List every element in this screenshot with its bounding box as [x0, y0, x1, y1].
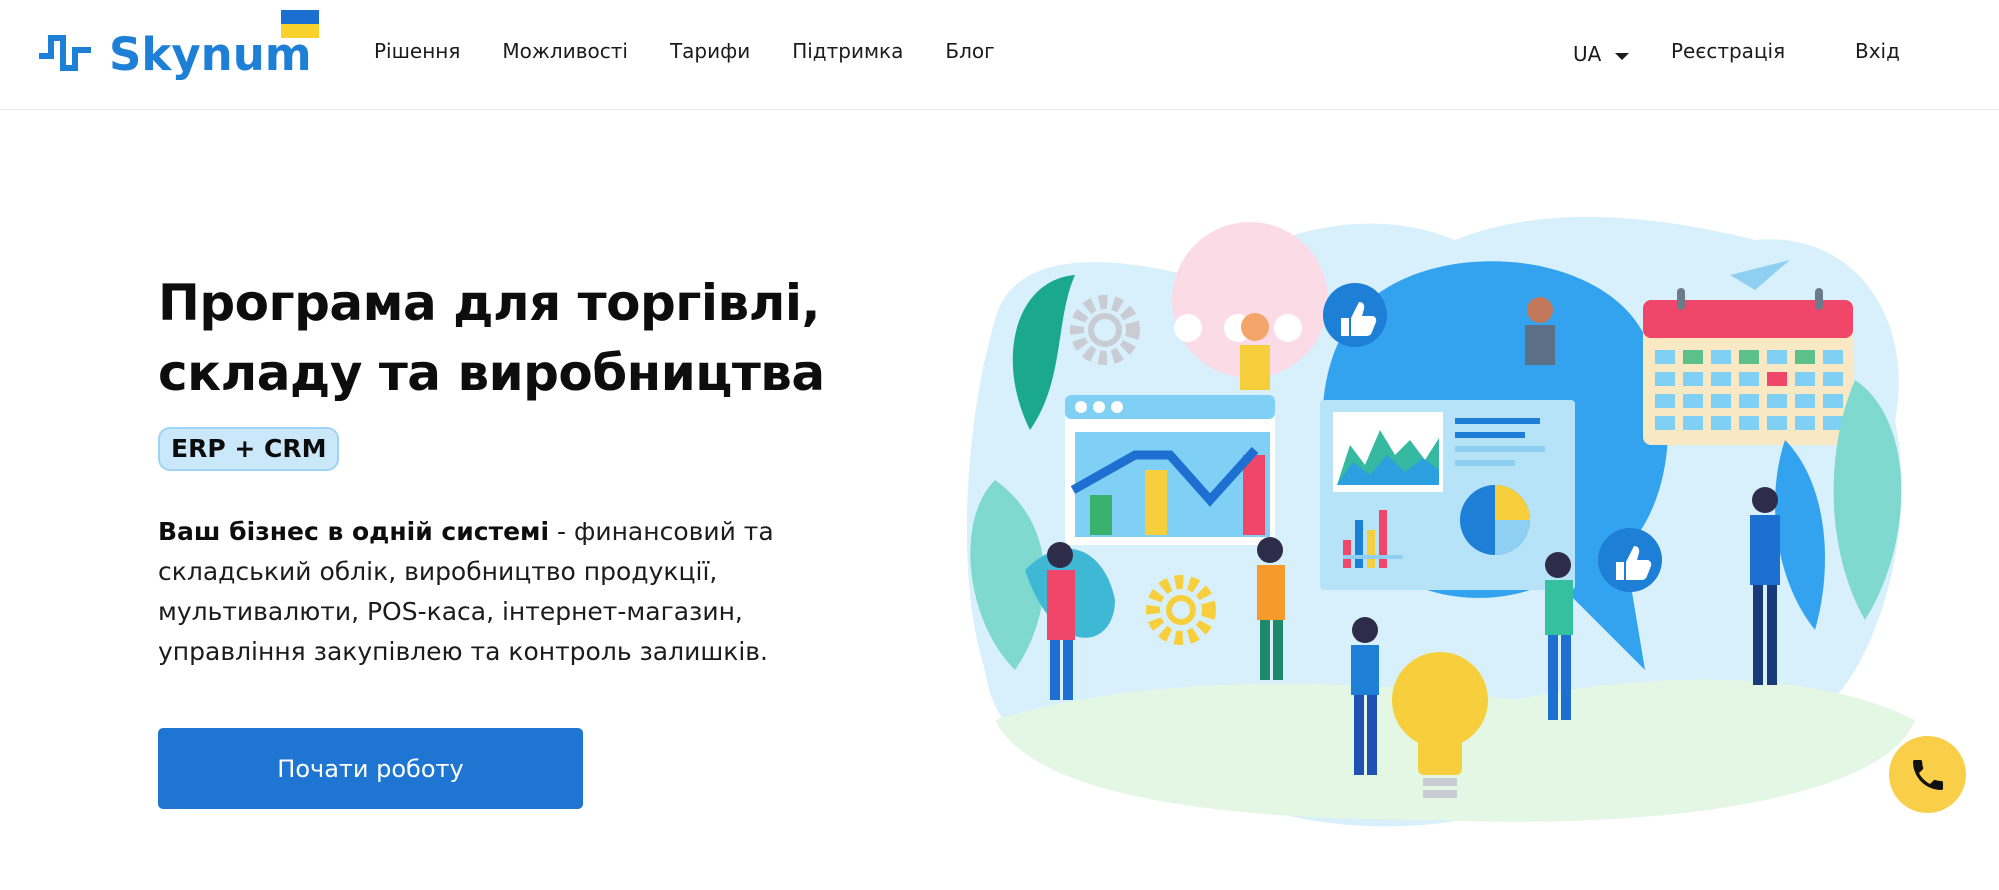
ukraine-flag-icon	[281, 10, 319, 38]
person-figure	[1240, 313, 1270, 390]
nav-item-solutions[interactable]: Рішення	[374, 39, 460, 63]
hero-description: Ваш бізнес в одній системі - финансовий …	[158, 512, 798, 672]
hero-title: Програма для торгівлі, складу та виробни…	[158, 268, 878, 408]
nav-item-support[interactable]: Підтримка	[792, 39, 903, 63]
site-header: Skynum Рішення Можливості Тарифи Підтрим…	[0, 0, 1999, 110]
login-link[interactable]: Вхід	[1855, 39, 1900, 63]
caret-down-icon	[1615, 52, 1630, 60]
start-work-button[interactable]: Почати роботу	[158, 728, 583, 809]
nav-item-features[interactable]: Можливості	[502, 39, 628, 63]
language-label: UA	[1573, 42, 1602, 66]
business-illustration	[966, 216, 1915, 827]
nav-item-blog[interactable]: Блог	[945, 39, 994, 63]
pulse-logo-icon	[39, 35, 91, 71]
logo[interactable]: Skynum	[37, 10, 322, 81]
hero-description-bold: Ваш бізнес в одній системі	[158, 517, 550, 546]
call-button[interactable]	[1889, 736, 1966, 813]
language-selector[interactable]: UA	[1573, 42, 1630, 66]
hero-title-line2: складу та виробництва	[158, 344, 825, 402]
hero-title-line1: Програма для торгівлі,	[158, 274, 820, 332]
phone-icon	[1912, 759, 1943, 790]
nav-item-pricing[interactable]: Тарифи	[670, 39, 750, 63]
register-link[interactable]: Реєстрація	[1671, 39, 1785, 63]
erp-crm-badge: ERP + CRM	[158, 427, 340, 471]
main-nav: Рішення Можливості Тарифи Підтримка Блог	[374, 39, 1037, 63]
